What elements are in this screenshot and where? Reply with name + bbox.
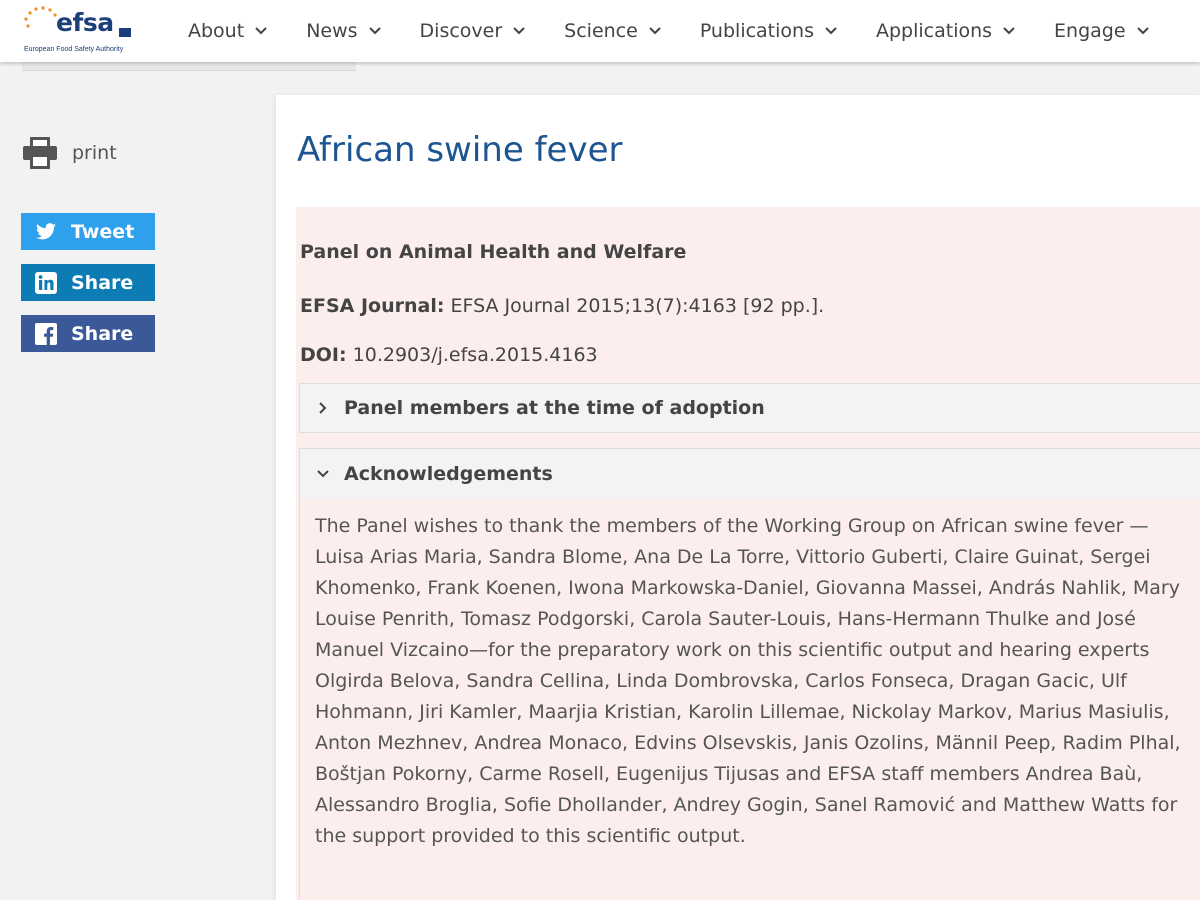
nav-item-label: About bbox=[188, 20, 245, 42]
chevron-down-icon bbox=[368, 27, 381, 35]
site-header: efsa European Food Safety Authority Abou… bbox=[0, 0, 1200, 62]
doi-label: DOI: bbox=[300, 344, 347, 366]
eu-flag-icon bbox=[119, 28, 131, 37]
chevron-down-icon bbox=[317, 470, 329, 478]
header-substrip bbox=[22, 62, 356, 71]
logo-wordmark: efsa bbox=[56, 8, 114, 37]
journal-value: EFSA Journal 2015;13(7):4163 [92 pp.]. bbox=[450, 295, 825, 317]
linkedin-icon bbox=[35, 271, 57, 294]
efsa-logo[interactable]: efsa European Food Safety Authority bbox=[22, 6, 142, 58]
accordion-title: Acknowledgements bbox=[344, 463, 553, 485]
linkedin-share-label: Share bbox=[71, 271, 134, 294]
acknowledgements-panel: The Panel wishes to thank the members of… bbox=[299, 499, 1200, 900]
chevron-down-icon bbox=[649, 27, 661, 35]
nav-item-discover[interactable]: Discover bbox=[420, 0, 527, 62]
panel-name-text: Panel on Animal Health and Welfare bbox=[300, 241, 687, 263]
chevron-down-icon bbox=[1003, 27, 1015, 35]
facebook-share-button[interactable]: Share bbox=[21, 315, 155, 352]
nav-item-label: Publications bbox=[699, 20, 814, 42]
accordion-panel-members[interactable]: Panel members at the time of adoption bbox=[299, 383, 1200, 433]
main-nav: About News Discover Science Publications… bbox=[188, 0, 1150, 62]
nav-item-science[interactable]: Science bbox=[564, 0, 662, 62]
printer-icon bbox=[23, 137, 57, 169]
nav-item-applications[interactable]: Applications bbox=[876, 0, 1016, 62]
facebook-share-label: Share bbox=[71, 322, 134, 345]
accordion-acknowledgements[interactable]: Acknowledgements bbox=[299, 448, 1200, 500]
logo-subtitle: European Food Safety Authority bbox=[24, 46, 124, 53]
facebook-icon bbox=[35, 322, 57, 345]
journal-label: EFSA Journal: bbox=[300, 295, 445, 317]
nav-item-label: Applications bbox=[875, 20, 993, 42]
nav-item-news[interactable]: News bbox=[306, 0, 381, 62]
nav-item-publications[interactable]: Publications bbox=[700, 0, 838, 62]
nav-item-engage[interactable]: Engage bbox=[1054, 0, 1150, 62]
tweet-label: Tweet bbox=[71, 220, 135, 243]
nav-item-label: News bbox=[306, 20, 358, 42]
chevron-down-icon bbox=[513, 27, 525, 35]
publication-info-box: Panel on Animal Health and Welfare EFSA … bbox=[296, 207, 1200, 900]
chevron-down-icon bbox=[825, 27, 837, 35]
nav-item-about[interactable]: About bbox=[188, 0, 268, 62]
doi-line: DOI: 10.2903/j.efsa.2015.4163 bbox=[300, 344, 598, 366]
acknowledgements-text: The Panel wishes to thank the members of… bbox=[315, 515, 1181, 847]
accordion-title: Panel members at the time of adoption bbox=[344, 397, 765, 419]
nav-item-label: Discover bbox=[419, 20, 503, 42]
content-card: African swine fever Panel on Animal Heal… bbox=[276, 95, 1200, 900]
chevron-down-icon bbox=[1136, 27, 1149, 35]
nav-item-label: Science bbox=[564, 20, 638, 42]
journal-line: EFSA Journal: EFSA Journal 2015;13(7):41… bbox=[300, 295, 824, 317]
page-title: African swine fever bbox=[297, 130, 623, 170]
twitter-bird-icon bbox=[35, 221, 57, 243]
nav-item-label: Engage bbox=[1054, 20, 1126, 42]
linkedin-share-button[interactable]: Share bbox=[21, 264, 155, 301]
print-button[interactable]: print bbox=[22, 136, 117, 170]
chevron-right-icon bbox=[319, 402, 327, 414]
chevron-down-icon bbox=[255, 27, 267, 35]
tweet-button[interactable]: Tweet bbox=[21, 213, 155, 250]
panel-name: Panel on Animal Health and Welfare bbox=[300, 241, 686, 263]
print-label: print bbox=[72, 142, 117, 164]
doi-value[interactable]: 10.2903/j.efsa.2015.4163 bbox=[353, 344, 598, 366]
